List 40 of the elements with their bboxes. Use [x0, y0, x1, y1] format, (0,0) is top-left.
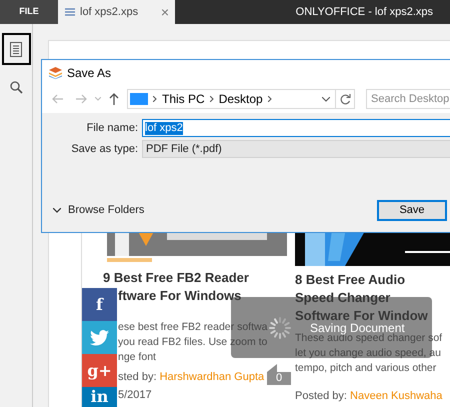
menu-icon — [65, 8, 75, 16]
up-button[interactable] — [109, 93, 119, 105]
search-field[interactable]: Search Desktop — [366, 89, 450, 109]
document-icon — [10, 42, 22, 56]
spinner-icon — [268, 316, 292, 340]
linkedin-share-button[interactable]: in — [82, 387, 117, 407]
facebook-share-button[interactable]: f — [82, 288, 117, 321]
refresh-icon[interactable] — [340, 93, 351, 105]
dialog-title: Save As — [67, 64, 112, 82]
chevron-down-icon — [53, 208, 61, 212]
save-button[interactable]: Save — [377, 200, 447, 220]
googleplus-share-button[interactable]: g+ — [82, 354, 117, 387]
breadcrumb-item[interactable]: Desktop — [218, 90, 263, 108]
comment-count-badge: 0 — [267, 364, 291, 385]
post-date: 5/2017 — [118, 388, 153, 403]
document-tab[interactable]: lof xps2.xps × — [58, 0, 175, 24]
status-text: Saving Document — [310, 320, 405, 334]
tab-label: lof xps2.xps — [80, 4, 140, 20]
address-bar[interactable]: This PC Desktop — [127, 89, 355, 109]
breadcrumb-item[interactable]: This PC — [162, 90, 205, 108]
window-title: ONLYOFFICE - lof xps2.xps — [296, 4, 433, 20]
twitter-share-button[interactable] — [82, 321, 117, 354]
bird-icon — [90, 330, 110, 346]
search-icon — [10, 80, 22, 94]
posted-by: sted by: Harshwardhan Gupta — [118, 370, 264, 385]
posted-by: Posted by: Naveen Kushwaha — [295, 389, 442, 404]
file-tab[interactable]: FILE — [0, 0, 58, 24]
chevron-right-icon — [268, 96, 272, 102]
chevron-right-icon — [153, 96, 157, 102]
file-name-field[interactable]: lof xps2 — [142, 119, 450, 137]
monitor-icon — [130, 93, 148, 105]
field-label: Save as type: — [70, 142, 139, 157]
close-button[interactable]: × — [160, 5, 169, 19]
browse-folders-toggle[interactable]: Browse Folders — [53, 202, 144, 218]
chevron-right-icon — [210, 96, 214, 102]
thumbnails-button[interactable] — [2, 33, 30, 65]
dropdown-icon[interactable] — [322, 96, 330, 102]
file-type-dropdown[interactable]: PDF File (*.pdf) — [142, 140, 450, 158]
field-label: File name: — [86, 120, 139, 136]
app-icon — [49, 66, 62, 78]
